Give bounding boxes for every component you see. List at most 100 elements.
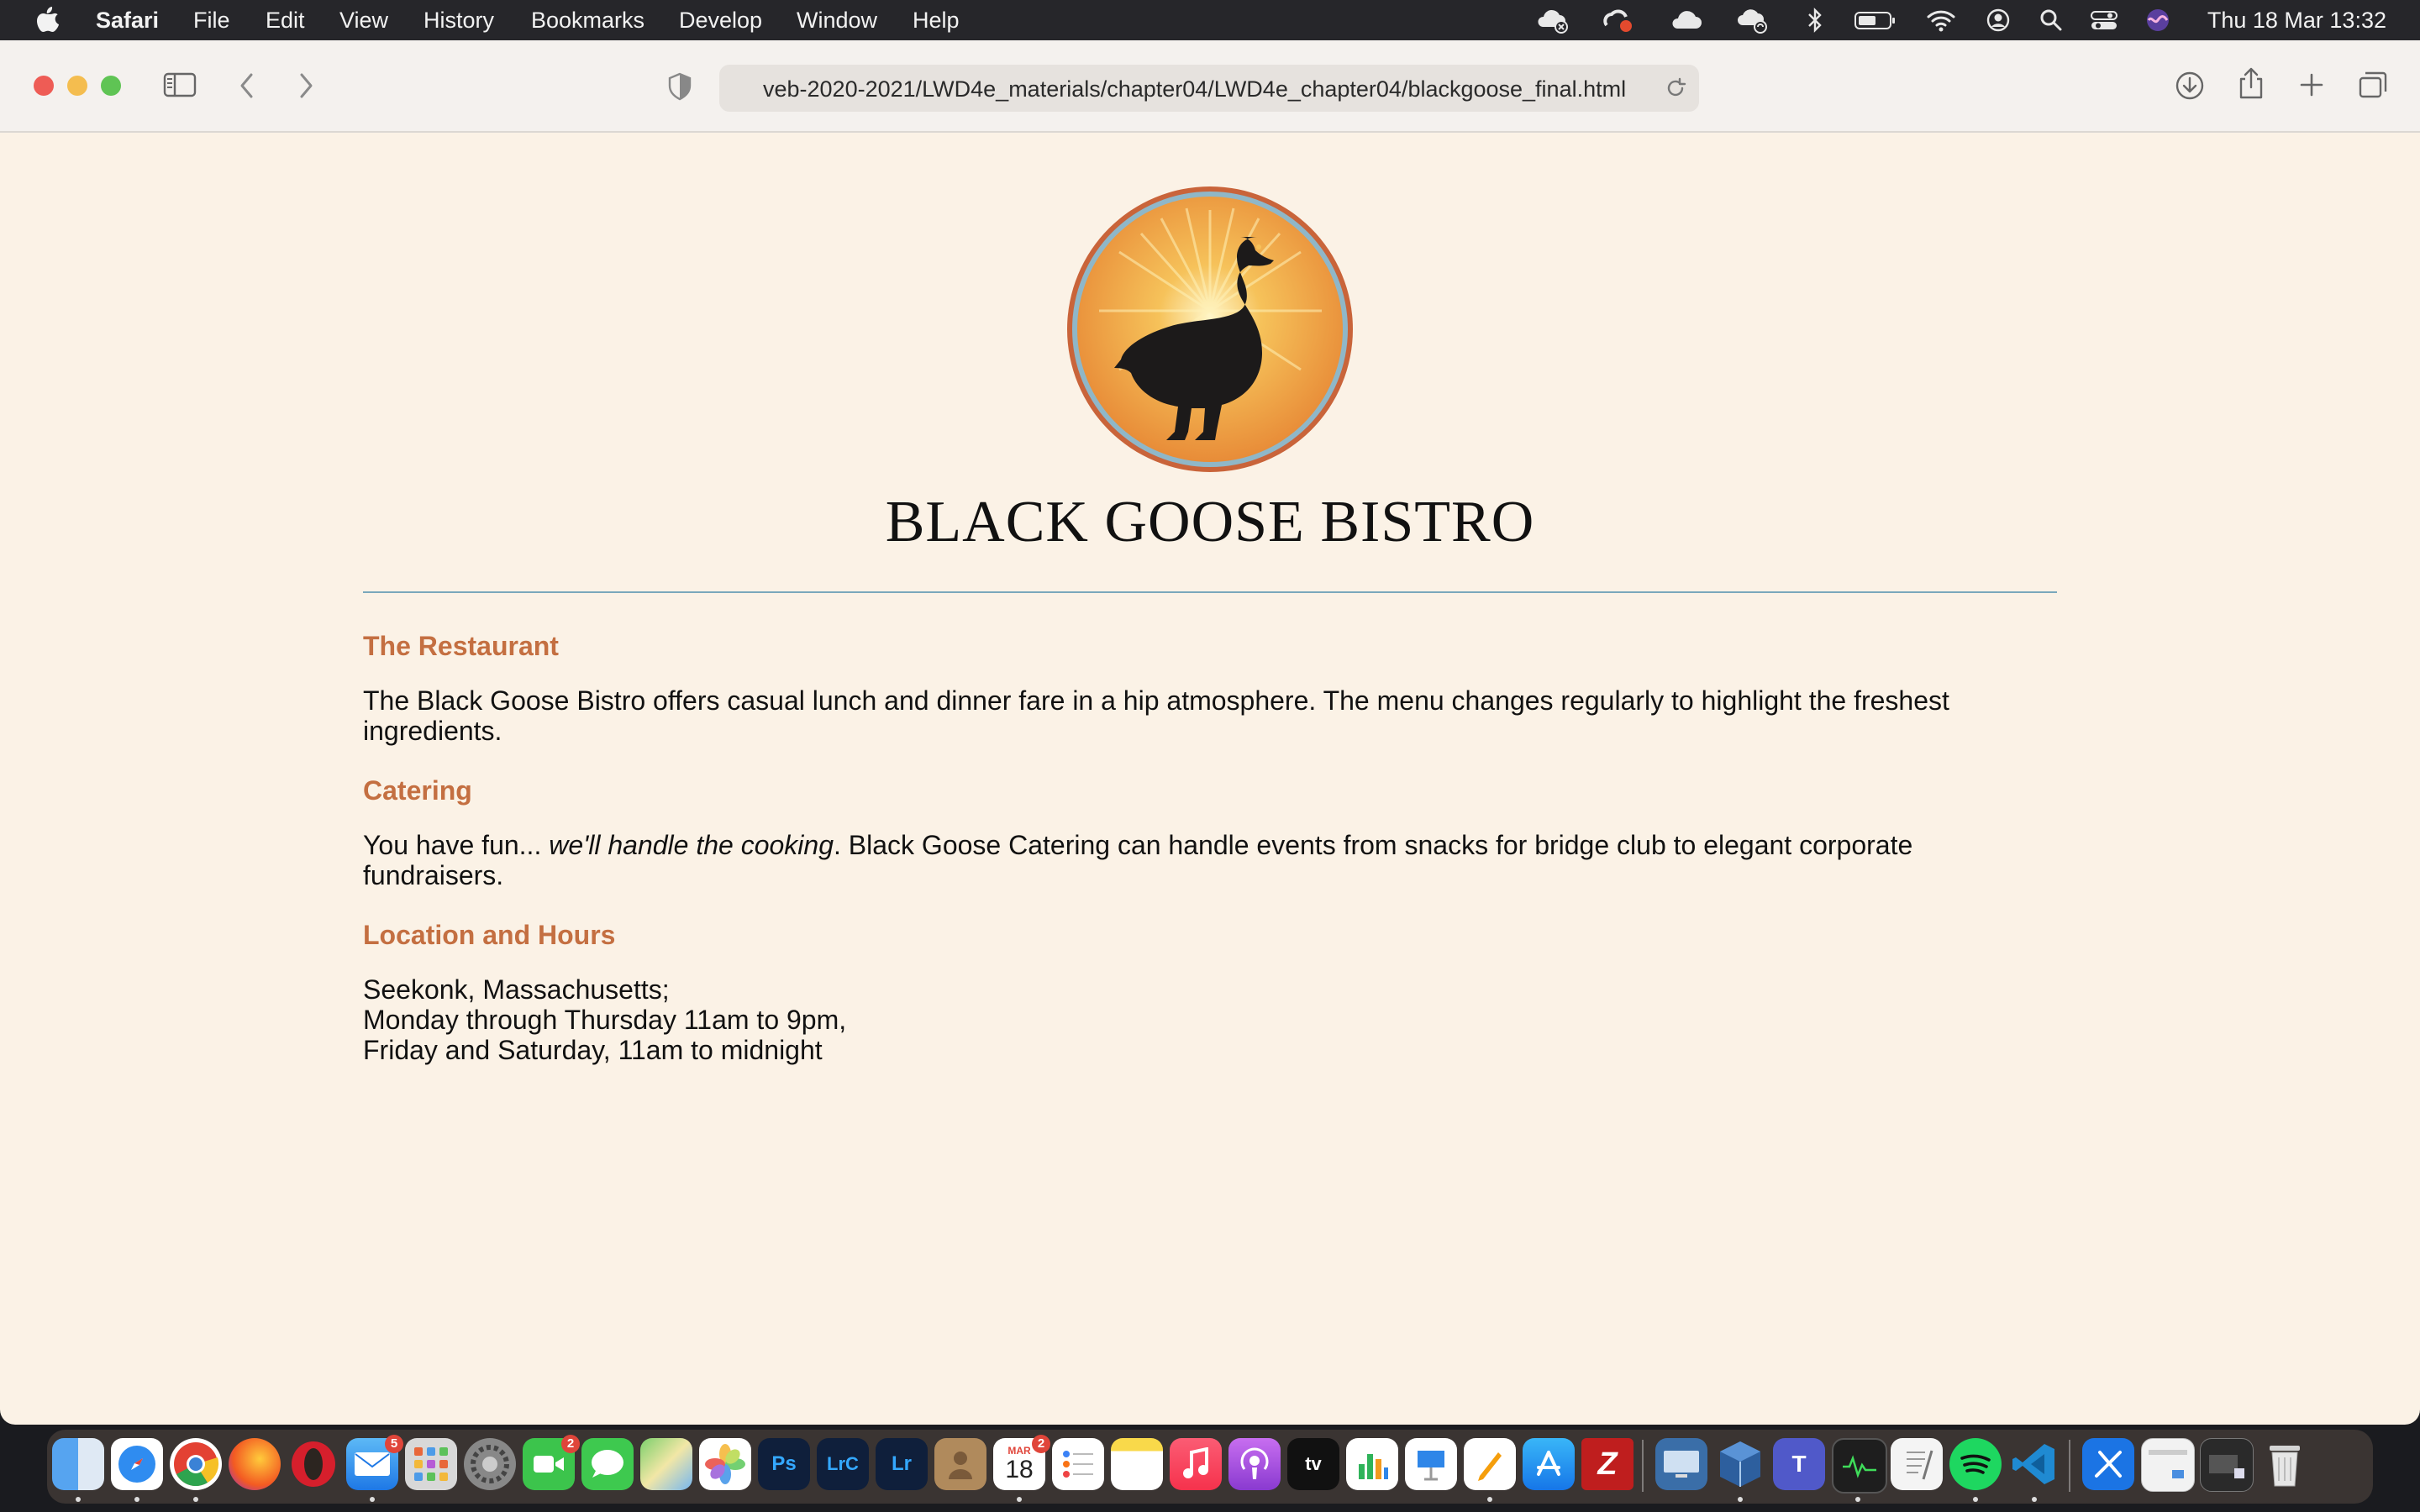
textedit-icon[interactable] <box>1891 1438 1943 1490</box>
contacts-icon[interactable] <box>934 1438 986 1490</box>
battery-icon[interactable] <box>1854 7 1897 34</box>
calendar-month: MAR <box>1007 1445 1031 1457</box>
finder-icon[interactable] <box>52 1438 104 1490</box>
hours-line: Friday and Saturday, 11am to midnight <box>363 1035 823 1065</box>
section-heading-catering: Catering <box>363 775 472 806</box>
music-icon[interactable] <box>1170 1438 1222 1490</box>
menu-bookmarks[interactable]: Bookmarks <box>531 8 644 33</box>
menu-file[interactable]: File <box>193 8 230 33</box>
tab-overview-icon[interactable] <box>2358 71 2388 99</box>
maps-icon[interactable] <box>640 1438 692 1490</box>
new-tab-plus-icon[interactable] <box>2299 72 2324 97</box>
trash-icon[interactable] <box>2259 1438 2311 1490</box>
downloads-icon[interactable] <box>2175 71 2205 101</box>
preview-window-thumbnail[interactable] <box>2141 1438 2195 1492</box>
photos-icon[interactable] <box>699 1438 751 1490</box>
lightroom-icon[interactable]: Lr <box>876 1438 928 1490</box>
xcode-icon[interactable] <box>2082 1438 2134 1490</box>
back-chevron-icon[interactable] <box>237 72 257 99</box>
filezilla-icon[interactable]: Z <box>1581 1438 1634 1490</box>
running-indicator <box>370 1497 375 1502</box>
spotify-icon[interactable] <box>1949 1438 2002 1490</box>
location-line: Seekonk, Massachusetts; <box>363 974 670 1005</box>
running-indicator <box>76 1497 81 1502</box>
reminders-icon[interactable] <box>1052 1438 1104 1490</box>
section-heading-restaurant: The Restaurant <box>363 631 559 661</box>
dock: 5 2 Ps LrC Lr MAR 18 2 tv Z T <box>47 1430 2373 1504</box>
calendar-icon[interactable]: MAR 18 2 <box>993 1435 1050 1490</box>
share-icon[interactable] <box>2237 66 2265 101</box>
mail-icon[interactable]: 5 <box>346 1435 403 1490</box>
creative-cloud-icon[interactable] <box>1600 7 1635 34</box>
dock-separator <box>1642 1440 1644 1492</box>
virtualbox-icon[interactable] <box>1714 1438 1766 1490</box>
url-text[interactable]: veb-2020-2021/LWD4e_materials/chapter04/… <box>763 76 1637 102</box>
lightroom-classic-icon[interactable]: LrC <box>817 1438 869 1490</box>
safari-icon[interactable] <box>111 1438 163 1490</box>
catering-text-before: You have fun... <box>363 830 550 860</box>
sidebar-toggle-icon[interactable] <box>163 72 197 97</box>
running-indicator <box>1017 1497 1022 1502</box>
running-indicator <box>1487 1497 1492 1502</box>
facetime-icon[interactable]: 2 <box>523 1435 580 1490</box>
numbers-icon[interactable] <box>1346 1438 1398 1490</box>
page-title: BLACK GOOSE BISTRO <box>885 490 1535 554</box>
notes-icon[interactable] <box>1111 1438 1163 1490</box>
section-heading-location: Location and Hours <box>363 920 616 950</box>
menubar-clock[interactable]: Thu 18 Mar 13:32 <box>2207 8 2386 33</box>
wifi-icon[interactable] <box>1926 7 1956 34</box>
pages-icon[interactable] <box>1464 1438 1516 1490</box>
catering-text-emphasis: we'll handle the cooking <box>549 830 834 860</box>
reload-icon[interactable] <box>1664 76 1687 104</box>
calendar-badge: 2 <box>1032 1435 1050 1453</box>
vscode-icon[interactable] <box>2008 1438 2060 1490</box>
opera-icon[interactable] <box>287 1438 339 1490</box>
keynote-icon[interactable] <box>1405 1438 1457 1490</box>
menu-edit[interactable]: Edit <box>266 8 305 33</box>
user-account-icon[interactable] <box>1985 7 2012 34</box>
running-indicator <box>1855 1497 1860 1502</box>
cloud-error-icon[interactable] <box>1534 7 1570 34</box>
app-store-icon[interactable] <box>1523 1438 1575 1490</box>
hours-line: Monday through Thursday 11am to 9pm, <box>363 1005 847 1035</box>
photoshop-icon[interactable]: Ps <box>758 1438 810 1490</box>
browser-toolbar: veb-2020-2021/LWD4e_materials/chapter04/… <box>0 40 2420 133</box>
apple-tv-icon[interactable]: tv <box>1287 1438 1339 1490</box>
restaurant-paragraph: The Black Goose Bistro offers casual lun… <box>363 685 1949 746</box>
privacy-shield-icon[interactable] <box>667 72 692 101</box>
location-paragraph: Seekonk, Massachusetts; Monday through T… <box>363 974 1993 1065</box>
menu-app-safari[interactable]: Safari <box>96 8 159 33</box>
messages-icon[interactable] <box>581 1438 634 1490</box>
control-center-icon[interactable] <box>2089 7 2119 34</box>
launchpad-icon[interactable] <box>405 1438 457 1490</box>
catering-paragraph: You have fun... we'll handle the cooking… <box>363 830 1993 890</box>
activity-monitor-icon[interactable] <box>1832 1438 1887 1494</box>
bluetooth-icon[interactable] <box>1805 7 1825 34</box>
facetime-badge: 2 <box>561 1435 580 1453</box>
menu-window[interactable]: Window <box>797 8 877 33</box>
siri-icon[interactable] <box>2144 7 2171 34</box>
teams-icon[interactable]: T <box>1773 1438 1825 1490</box>
spotlight-search-icon[interactable] <box>2039 7 2064 34</box>
podcasts-icon[interactable] <box>1228 1438 1281 1490</box>
menu-view[interactable]: View <box>339 8 388 33</box>
chrome-icon[interactable] <box>170 1438 222 1490</box>
close-window-button[interactable] <box>34 76 54 96</box>
menu-history[interactable]: History <box>424 8 494 33</box>
screen-sharing-icon[interactable] <box>1655 1438 1707 1490</box>
icloud-icon[interactable] <box>1669 7 1704 34</box>
menu-develop[interactable]: Develop <box>679 8 762 33</box>
minimized-window-thumbnail[interactable] <box>2200 1438 2254 1492</box>
safari-window: veb-2020-2021/LWD4e_materials/chapter04/… <box>0 40 2420 1425</box>
firefox-icon[interactable] <box>229 1438 281 1490</box>
forward-chevron-icon[interactable] <box>296 72 316 99</box>
address-bar[interactable]: veb-2020-2021/LWD4e_materials/chapter04/… <box>719 65 1699 112</box>
running-indicator <box>193 1497 198 1502</box>
fullscreen-window-button[interactable] <box>101 76 121 96</box>
cloud-sync-icon[interactable] <box>1734 7 1770 34</box>
minimize-window-button[interactable] <box>67 76 87 96</box>
apple-menu-icon[interactable] <box>35 5 60 34</box>
menu-help[interactable]: Help <box>913 8 960 33</box>
system-preferences-icon[interactable] <box>464 1438 516 1490</box>
dock-separator <box>2069 1440 2070 1492</box>
